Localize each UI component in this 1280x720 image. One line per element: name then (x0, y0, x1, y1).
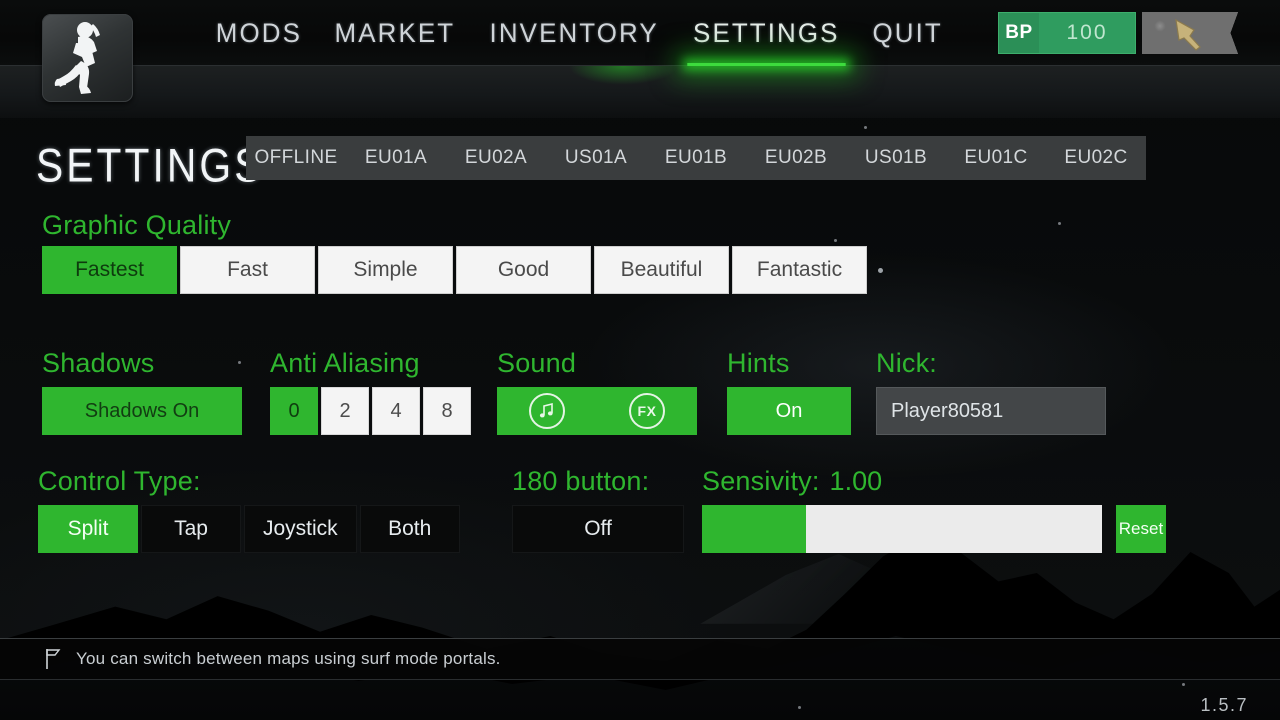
server-tab-eu01c[interactable]: EU01C (946, 136, 1046, 180)
nav-item-label: MODS (215, 17, 303, 48)
flag-icon (46, 649, 61, 669)
bp-amount: 100 (1066, 21, 1108, 44)
bp-code-label: BP (999, 13, 1039, 53)
sensitivity-slider[interactable] (702, 505, 1102, 553)
nav-item-market[interactable]: MARKET (321, 0, 469, 66)
server-tab-offline[interactable]: OFFLINE (246, 136, 346, 180)
nick-input[interactable] (876, 387, 1106, 435)
nick-group: Nick: (876, 348, 1106, 435)
version-label: 1.5.7 (1200, 695, 1248, 715)
nav-item-label: QUIT (871, 17, 943, 48)
anti-aliasing-options: 0 2 4 8 (270, 387, 471, 435)
graphic-quality-good[interactable]: Good (456, 246, 591, 294)
main-nav: MODS MARKET INVENTORY SETTINGS QUIT (200, 0, 958, 66)
graphic-quality-options: Fastest Fast Simple Good Beautiful Fanta… (42, 246, 867, 294)
anti-aliasing-group: Anti Aliasing 0 2 4 8 (270, 348, 471, 435)
server-tab-eu02b[interactable]: EU02B (746, 136, 846, 180)
sound-toggles: FX (497, 387, 697, 435)
server-tab-bar: OFFLINE EU01A EU02A US01A EU01B EU02B US… (246, 136, 1146, 180)
nav-item-label: INVENTORY (489, 17, 659, 48)
equipped-item-slot[interactable] (1142, 12, 1238, 54)
background-speck (834, 239, 837, 242)
sensitivity-controls: Reset (702, 505, 1166, 553)
fx-label: FX (637, 403, 657, 419)
graphic-quality-fast[interactable]: Fast (180, 246, 315, 294)
page-title: SETTINGS (36, 140, 265, 192)
sound-group: Sound FX (497, 348, 697, 435)
button-180-label: 180 button: (512, 466, 650, 496)
server-tab-eu02c[interactable]: EU02C (1046, 136, 1146, 180)
settings-page: SETTINGS OFFLINE EU01A EU02A US01A EU01B… (0, 118, 1280, 553)
hint-bar: You can switch between maps using surf m… (0, 638, 1280, 680)
server-tab-eu01b[interactable]: EU01B (646, 136, 746, 180)
hint-text: You can switch between maps using surf m… (76, 649, 501, 668)
header-shelf (0, 66, 1280, 118)
hints-group: Hints On (727, 348, 851, 435)
sensitivity-reset-button[interactable]: Reset (1116, 505, 1166, 553)
knife-icon (1175, 18, 1201, 51)
settings-row-3: Control Type: Split Tap Joystick Both 18… (0, 466, 1280, 576)
currency-area: BP 100 (998, 12, 1238, 54)
music-note-icon (539, 402, 553, 418)
anti-aliasing-8[interactable]: 8 (423, 387, 471, 435)
background-speck (1058, 222, 1061, 225)
nav-item-inventory[interactable]: INVENTORY (476, 0, 672, 66)
background-speck (878, 268, 883, 273)
sensitivity-value: 1.00 (829, 466, 883, 496)
nav-item-label: MARKET (334, 17, 456, 48)
control-type-split[interactable]: Split (38, 505, 138, 553)
anti-aliasing-label: Anti Aliasing (270, 348, 420, 378)
background-speck (798, 706, 801, 709)
server-tab-eu02a[interactable]: EU02A (446, 136, 546, 180)
graphic-quality-fantastic[interactable]: Fantastic (732, 246, 867, 294)
music-toggle[interactable] (529, 393, 565, 429)
control-type-options: Split Tap Joystick Both (38, 505, 460, 553)
bp-badge[interactable]: BP 100 (998, 12, 1136, 54)
game-logo[interactable] (42, 14, 133, 102)
server-tab-us01a[interactable]: US01A (546, 136, 646, 180)
fx-toggle[interactable]: FX (629, 393, 665, 429)
anti-aliasing-0[interactable]: 0 (270, 387, 318, 435)
control-type-tap[interactable]: Tap (141, 505, 241, 553)
sensitivity-header: Sensivity: 1.00 (702, 466, 1166, 505)
background-speck (1182, 683, 1185, 686)
graphic-quality-beautiful[interactable]: Beautiful (594, 246, 729, 294)
control-type-joystick[interactable]: Joystick (244, 505, 357, 553)
shadows-label: Shadows (42, 348, 155, 378)
control-type-both[interactable]: Both (359, 505, 460, 553)
active-tab-underline (687, 63, 846, 66)
server-tab-us01b[interactable]: US01B (846, 136, 946, 180)
button-180-group: 180 button: Off (512, 466, 684, 553)
graphic-quality-simple[interactable]: Simple (318, 246, 453, 294)
top-header: MODS MARKET INVENTORY SETTINGS QUIT BP 1… (0, 0, 1280, 66)
sensitivity-slider-fill (702, 505, 806, 553)
nav-item-mods[interactable]: MODS (202, 0, 315, 66)
hints-toggle[interactable]: On (727, 387, 851, 435)
server-tab-eu01a[interactable]: EU01A (346, 136, 446, 180)
nav-item-label: SETTINGS (692, 17, 840, 48)
graphic-quality-label: Graphic Quality (42, 210, 232, 240)
settings-row-2: Shadows Shadows On Anti Aliasing 0 2 4 8… (0, 348, 1280, 458)
control-type-group: Control Type: Split Tap Joystick Both (38, 466, 460, 553)
sensitivity-label: Sensivity: (702, 466, 820, 496)
nav-item-settings[interactable]: SETTINGS (679, 0, 852, 66)
hints-label: Hints (727, 348, 790, 378)
page-title-row: SETTINGS OFFLINE EU01A EU02A US01A EU01B… (0, 136, 1280, 202)
nick-label: Nick: (876, 348, 937, 378)
anti-aliasing-2[interactable]: 2 (321, 387, 369, 435)
nav-item-quit[interactable]: QUIT (859, 0, 956, 66)
anti-aliasing-4[interactable]: 4 (372, 387, 420, 435)
sound-label: Sound (497, 348, 577, 378)
sensitivity-group: Sensivity: 1.00 Reset (702, 466, 1166, 553)
button-180-toggle[interactable]: Off (512, 505, 684, 553)
control-type-label: Control Type: (38, 466, 201, 496)
running-player-silhouette-icon (54, 22, 100, 94)
shadows-toggle[interactable]: Shadows On (42, 387, 242, 435)
shadows-group: Shadows Shadows On (42, 348, 242, 435)
graphic-quality-fastest[interactable]: Fastest (42, 246, 177, 294)
